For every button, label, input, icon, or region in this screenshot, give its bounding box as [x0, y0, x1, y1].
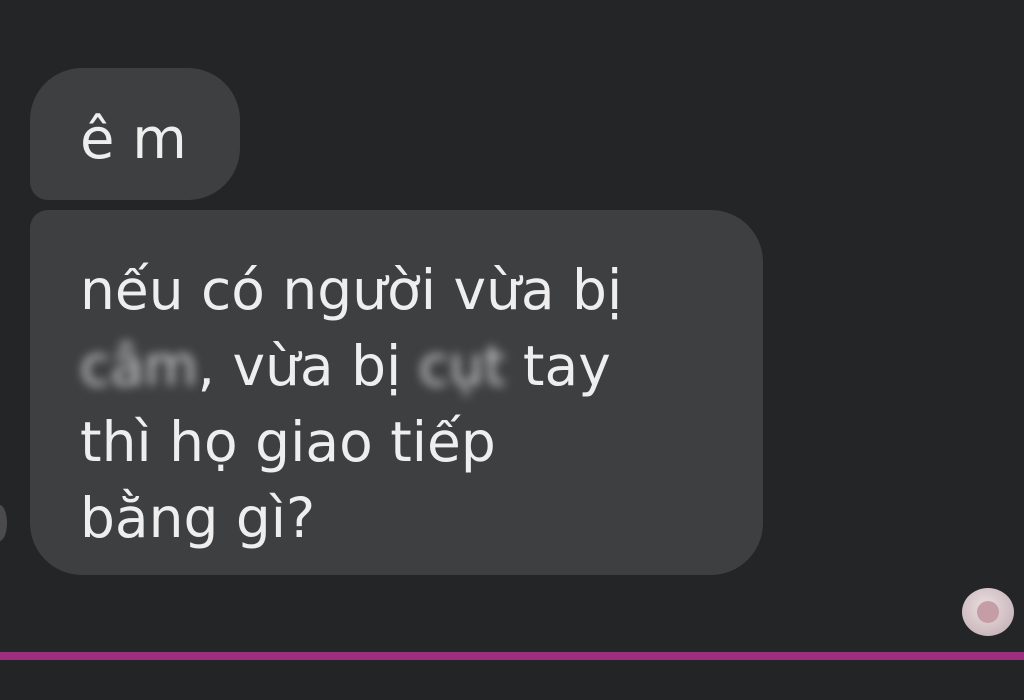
composer-bar [0, 660, 1024, 700]
message-bubble-question[interactable]: nếu có người vừa bị câm, vừa bị cụt tay … [30, 210, 763, 575]
blurred-word-2: cụt [418, 334, 506, 398]
chat-conversation: ê m nếu có người vừa bị câm, vừa bị cụt … [0, 0, 1024, 652]
message-line-2-middle: , vừa bị [197, 334, 419, 398]
message-bubble-short[interactable]: ê m [30, 68, 240, 200]
message-line-3: thì họ giao tiếp [80, 410, 496, 474]
message-text: ê m [80, 107, 187, 172]
avatar-face [977, 601, 999, 623]
seen-avatar-icon[interactable] [962, 588, 1014, 636]
message-line-2: câm, vừa bị cụt tay [80, 328, 723, 404]
composer-divider [0, 652, 1024, 660]
message-line-4: bằng gì? [80, 486, 316, 550]
message-line-2-end: tay [505, 334, 611, 398]
partial-avatar-edge [0, 505, 7, 541]
blurred-word: câm [80, 334, 198, 398]
message-line-1: nếu có người vừa bị [80, 258, 623, 322]
